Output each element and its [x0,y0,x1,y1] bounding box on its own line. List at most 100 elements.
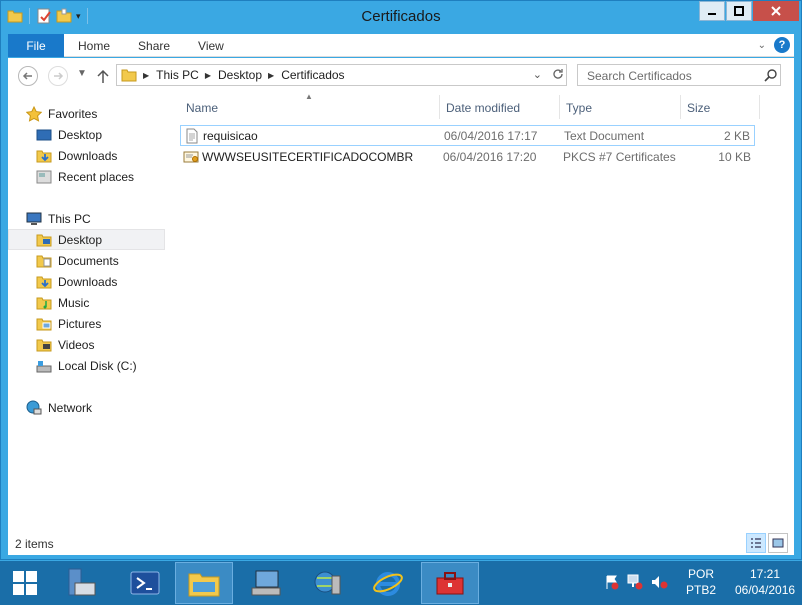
search-input[interactable]: Search Certificados [577,64,781,86]
sidebar-item-documents[interactable]: Documents [36,250,193,271]
back-button[interactable] [18,66,38,86]
taskbar-file-explorer[interactable] [175,562,233,604]
taskbar-powershell[interactable] [116,562,174,604]
taskbar-server-manager[interactable] [52,562,110,604]
sidebar-item-label: This PC [48,211,91,226]
taskbar: POR PTB2 17:21 06/04/2016 [0,561,802,605]
sidebar-item-music[interactable]: Music [36,292,193,313]
recent-locations-icon[interactable]: ▼ [77,68,87,79]
network-status-icon[interactable] [627,574,643,590]
breadcrumb-certificados[interactable]: Certificados [281,68,344,82]
breadcrumb-this-pc[interactable]: This PC [156,68,199,82]
taskbar-remote-desktop[interactable] [237,562,295,604]
sidebar-item-label: Desktop [58,232,103,247]
sidebar-item-this-pc[interactable]: This PC [26,208,183,229]
start-button[interactable] [0,562,50,604]
navigation-pane: Favorites Desktop Downloads Recent place… [8,96,168,536]
sidebar-item-label: Desktop [58,127,103,142]
breadcrumb-desktop[interactable]: Desktop [218,68,262,82]
sidebar-item-label: Documents [58,253,119,268]
file-name: requisicao [203,129,258,143]
computer-icon [26,212,42,225]
sidebar-item-label: Downloads [58,274,118,289]
refresh-icon[interactable] [552,68,564,80]
sidebar-item-videos[interactable]: Videos [36,334,193,355]
action-center-flag-icon[interactable] [604,574,620,590]
desktop-icon [36,129,52,140]
music-icon [36,297,52,309]
sidebar-item-local-disk[interactable]: Local Disk (C:) [36,355,193,376]
close-button[interactable] [753,1,799,21]
table-row[interactable]: requisicao 06/04/2016 17:17 Text Documen… [180,125,755,146]
breadcrumb-arrow-icon[interactable]: ▶ [143,71,149,80]
tab-view[interactable]: View [198,39,224,53]
tab-file[interactable]: File [8,34,64,57]
language-code: POR [687,567,714,581]
sidebar-item-label: Favorites [48,106,98,121]
server-manager-icon [68,568,96,596]
file-list: ▲ Name Date modified Type Size requisica… [180,92,760,535]
large-icons-view-button[interactable] [768,533,788,553]
expand-ribbon-icon[interactable]: ⌄ [758,40,766,51]
sidebar-item-fav-recent[interactable]: Recent places [36,166,193,187]
help-icon[interactable]: ? [774,37,790,53]
sidebar-item-fav-downloads[interactable]: Downloads [36,145,193,166]
details-view-button[interactable] [746,533,766,553]
taskbar-toolbox[interactable] [421,562,479,604]
minimize-button[interactable] [699,1,725,21]
internet-explorer-icon [373,572,403,596]
column-header-name[interactable]: Name [180,95,440,119]
sidebar-item-favorites[interactable]: Favorites [26,103,183,124]
navigation-bar: ▼ ▶ This PC ▶ Desktop ▶ Certificados ⌄ S… [8,58,794,96]
tab-share[interactable]: Share [138,39,170,53]
forward-button[interactable] [48,66,68,86]
certificate-icon [183,151,199,163]
sidebar-item-label: Network [48,400,93,415]
item-count: 2 items [15,537,54,551]
sidebar-item-pictures[interactable]: Pictures [36,313,193,334]
sidebar-item-desktop[interactable]: Desktop [8,229,165,250]
table-row[interactable]: WWWSEUSITECERTIFICADOCOMBR 06/04/2016 17… [180,147,755,168]
status-bar: 2 items [8,532,794,555]
window-title: Certificados [361,8,441,25]
back-arrow-icon [22,72,32,80]
details-view-icon [751,538,761,548]
forward-arrow-icon [54,72,64,80]
star-icon [26,105,42,122]
column-header-type[interactable]: Type [560,95,681,119]
address-dropdown-icon[interactable]: ⌄ [533,68,542,81]
file-size: 2 KB [723,129,750,143]
recent-places-icon [36,170,52,183]
tab-home[interactable]: Home [78,39,110,53]
clock-date: 06/04/2016 [735,583,796,597]
up-arrow-icon[interactable] [96,68,110,84]
ribbon-tabs: File Home Share View ⌄ ? [8,34,794,57]
column-header-size[interactable]: Size [681,95,760,119]
clock-time: 17:21 [749,567,781,581]
column-header-date[interactable]: Date modified [440,95,560,119]
file-date: 06/04/2016 17:20 [443,150,537,164]
file-name: WWWSEUSITECERTIFICADOCOMBR [202,150,414,164]
taskbar-internet-explorer[interactable] [359,562,417,604]
videos-icon [36,339,52,351]
file-size: 10 KB [718,150,751,164]
sidebar-item-downloads[interactable]: Downloads [36,271,193,292]
taskbar-iis-manager[interactable] [299,562,357,604]
large-icons-view-icon [772,538,784,548]
sidebar-item-network[interactable]: Network [26,397,183,418]
breadcrumb-arrow-icon[interactable]: ▶ [205,71,211,80]
volume-muted-icon[interactable] [651,574,669,590]
search-icon[interactable] [764,68,778,82]
input-language-indicator[interactable]: POR PTB2 [681,566,721,598]
breadcrumb-arrow-icon[interactable]: ▶ [268,71,274,80]
sidebar-item-label: Local Disk (C:) [58,358,137,373]
sidebar-item-fav-desktop[interactable]: Desktop [36,124,193,145]
sidebar-item-label: Music [58,295,90,310]
explorer-content: ▼ ▶ This PC ▶ Desktop ▶ Certificados ⌄ S… [8,58,794,555]
toolbox-icon [436,572,464,595]
clock[interactable]: 17:21 06/04/2016 [735,566,795,598]
file-type: Text Document [564,129,645,143]
keyboard-layout: PTB2 [685,583,716,597]
maximize-button[interactable] [726,1,752,21]
address-bar[interactable]: ▶ This PC ▶ Desktop ▶ Certificados ⌄ [116,64,567,86]
